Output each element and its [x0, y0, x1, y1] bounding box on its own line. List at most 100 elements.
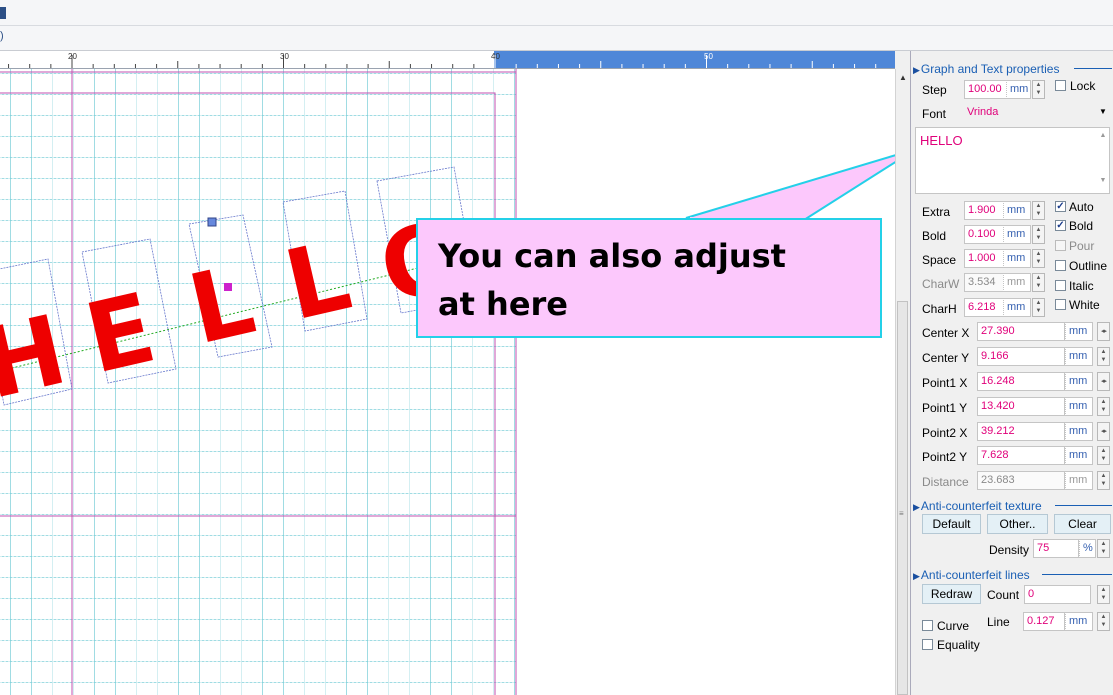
center-y-field[interactable]: 9.166	[977, 347, 1065, 366]
outline-checkbox[interactable]	[1055, 260, 1066, 271]
ruler-ticks	[8, 55, 877, 68]
bold-checkbox[interactable]: ✓	[1055, 220, 1066, 231]
center-x-unit: mm	[1065, 322, 1093, 341]
point2-x-unit: mm	[1065, 422, 1093, 441]
line-unit: mm	[1065, 612, 1093, 631]
point1-x-field[interactable]: 16.248	[977, 372, 1065, 391]
equality-label: Equality	[937, 638, 980, 652]
point1-y-field[interactable]: 13.420	[977, 397, 1065, 416]
point1-y-unit: mm	[1065, 397, 1093, 416]
point2-x-spinner-icon[interactable]: ◂▸	[1097, 422, 1110, 441]
bold-field[interactable]: 0.100	[964, 225, 1004, 244]
white-label: White	[1069, 298, 1100, 312]
charw-field[interactable]: 3.534	[964, 273, 1004, 292]
charh-unit: mm	[1003, 298, 1031, 317]
distance-field: 23.683	[977, 471, 1065, 490]
point2-y-unit: mm	[1065, 446, 1093, 465]
textarea-scrollbar[interactable]: ▲ ▼	[1097, 128, 1109, 193]
density-spinner-icon[interactable]: ▲ ▼	[1097, 539, 1110, 558]
curve-checkbox[interactable]	[922, 620, 933, 631]
section-divider	[1074, 68, 1112, 69]
text-content-input[interactable]: HELLO ▲ ▼	[915, 127, 1110, 194]
density-unit: %	[1079, 539, 1096, 558]
point1-y-spinner-icon[interactable]: ▲ ▼	[1097, 397, 1110, 416]
center-x-field[interactable]: 27.390	[977, 322, 1065, 341]
step-spinner-icon[interactable]: ▲ ▼	[1032, 80, 1045, 99]
distance-spinner-icon: ▲ ▼	[1097, 471, 1110, 490]
canvas-vertical-scrollbar[interactable]: ▲ ≡	[895, 69, 910, 695]
distance-unit: mm	[1065, 471, 1093, 490]
tutorial-callout: You can also adjust at here	[416, 218, 882, 338]
auto-checkbox[interactable]: ✓	[1055, 201, 1066, 212]
pour-checkbox[interactable]	[1055, 240, 1066, 251]
center-x-spinner-icon[interactable]: ◂▸	[1097, 322, 1110, 341]
lock-checkbox[interactable]	[1055, 80, 1066, 91]
toolbar: )	[0, 26, 1113, 51]
section-divider	[1055, 505, 1112, 506]
section-texture: ▶Anti-counterfeit texture	[913, 499, 1042, 513]
extra-field[interactable]: 1.900	[964, 201, 1004, 220]
ruler-label-40: 40	[491, 52, 500, 61]
toolbar-icon[interactable]: )	[0, 30, 4, 42]
charh-spinner-icon[interactable]: ▲ ▼	[1032, 298, 1045, 317]
section-texture-title: Anti-counterfeit texture	[920, 499, 1042, 513]
charh-field[interactable]: 6.218	[964, 298, 1004, 317]
section-graph-text: ▶Graph and Text properties	[913, 62, 1059, 76]
scroll-up-icon[interactable]: ▲	[899, 73, 907, 82]
app-icon	[0, 7, 6, 19]
line-field[interactable]: 0.127	[1023, 612, 1065, 631]
point2-y-field[interactable]: 7.628	[977, 446, 1065, 465]
center-y-spinner-icon[interactable]: ▲ ▼	[1097, 347, 1110, 366]
text-content-value: HELLO	[920, 133, 963, 148]
callout-tail	[685, 154, 895, 222]
redraw-button[interactable]: Redraw	[922, 584, 981, 604]
equality-checkbox[interactable]	[922, 639, 933, 650]
bold-label: Bold	[922, 229, 947, 243]
charw-unit: mm	[1003, 273, 1031, 292]
line-spinner-icon[interactable]: ▲ ▼	[1097, 612, 1110, 631]
point1-x-spinner-icon[interactable]: ◂▸	[1097, 372, 1110, 391]
space-unit: mm	[1003, 249, 1031, 268]
italic-checkbox[interactable]	[1055, 280, 1066, 291]
callout-line-2: at here	[438, 285, 568, 323]
extra-spinner-icon[interactable]: ▲ ▼	[1032, 201, 1045, 220]
bold-checkbox-label: Bold	[1069, 219, 1094, 233]
center-y-unit: mm	[1065, 347, 1093, 366]
space-spinner-icon[interactable]: ▲ ▼	[1032, 249, 1045, 268]
section-lines: ▶Anti-counterfeit lines	[913, 568, 1030, 582]
bold-spinner-icon[interactable]: ▲ ▼	[1032, 225, 1045, 244]
point2-x-field[interactable]: 39.212	[977, 422, 1065, 441]
point2-y-spinner-icon[interactable]: ▲ ▼	[1097, 446, 1110, 465]
scroll-thumb[interactable]	[897, 301, 908, 695]
count-spinner-icon[interactable]: ▲ ▼	[1097, 585, 1110, 604]
charw-spinner-icon[interactable]: ▲ ▼	[1032, 273, 1045, 292]
density-field[interactable]: 75	[1033, 539, 1079, 558]
point1-x-label: Point1 X	[922, 376, 968, 390]
line-label: Line	[987, 615, 1010, 629]
step-label: Step	[922, 83, 947, 97]
extra-label: Extra	[922, 205, 951, 219]
space-field[interactable]: 1.000	[964, 249, 1004, 268]
italic-label: Italic	[1069, 279, 1094, 293]
font-select[interactable]: Vrinda	[964, 104, 1110, 123]
center-y-label: Center Y	[922, 351, 970, 365]
chevron-down-icon[interactable]: ▼	[1099, 107, 1107, 116]
font-label: Font	[922, 107, 947, 121]
section-divider	[1042, 574, 1112, 575]
charw-label: CharW	[922, 277, 960, 291]
texture-clear-button[interactable]: Clear	[1054, 514, 1111, 534]
texture-default-button[interactable]: Default	[922, 514, 981, 534]
section-arrow-icon: ▶	[913, 571, 920, 581]
lock-label: Lock	[1070, 79, 1096, 93]
properties-panel: ▶Graph and Text properties Step 100.00 m…	[910, 51, 1113, 695]
section-lines-title: Anti-counterfeit lines	[920, 568, 1030, 582]
white-checkbox[interactable]	[1055, 299, 1066, 310]
ruler-label-30: 30	[280, 52, 289, 61]
ruler-label-20: 20	[68, 52, 77, 61]
center-x-label: Center X	[922, 326, 970, 340]
count-field[interactable]: 0	[1024, 585, 1091, 604]
scroll-grip-icon: ≡	[899, 509, 904, 518]
texture-other-button[interactable]: Other..	[987, 514, 1048, 534]
design-canvas[interactable]: H E L L O	[0, 69, 895, 695]
step-field[interactable]: 100.00	[964, 80, 1007, 99]
